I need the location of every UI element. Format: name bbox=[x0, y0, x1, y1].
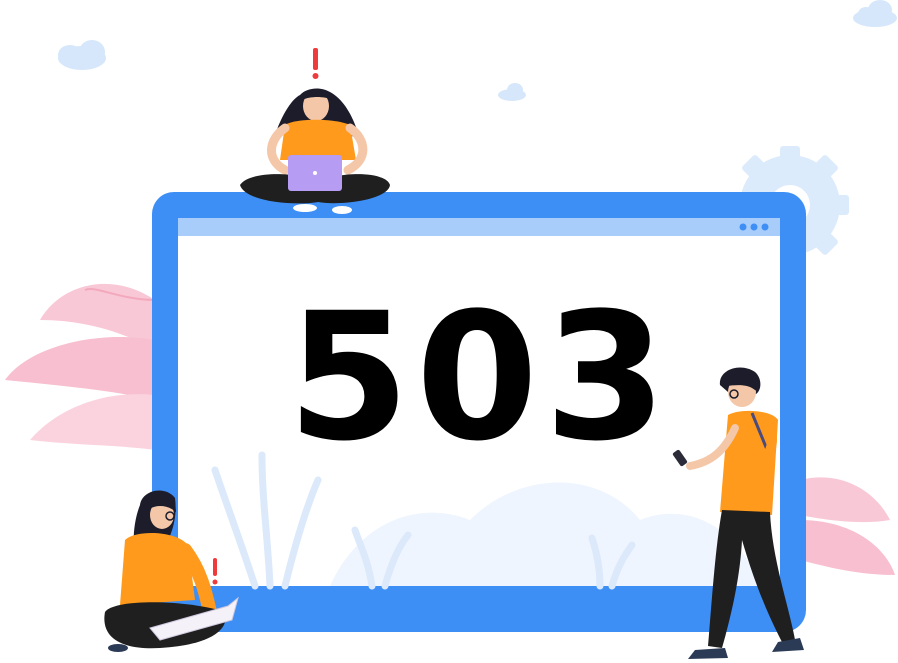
leaf-decoration bbox=[5, 283, 156, 450]
exclamation-icon bbox=[312, 48, 319, 79]
person-on-top bbox=[240, 48, 390, 214]
error-503-page: 503 bbox=[0, 0, 898, 663]
window-header-bar bbox=[178, 218, 780, 236]
cloud-icon bbox=[498, 83, 526, 101]
window-dots-icon bbox=[739, 223, 769, 231]
exclamation-icon bbox=[212, 558, 218, 585]
cloud-icon bbox=[853, 0, 897, 27]
cloud-icon bbox=[58, 40, 106, 70]
error-code: 503 bbox=[287, 275, 673, 480]
leaf-decoration bbox=[800, 477, 895, 575]
